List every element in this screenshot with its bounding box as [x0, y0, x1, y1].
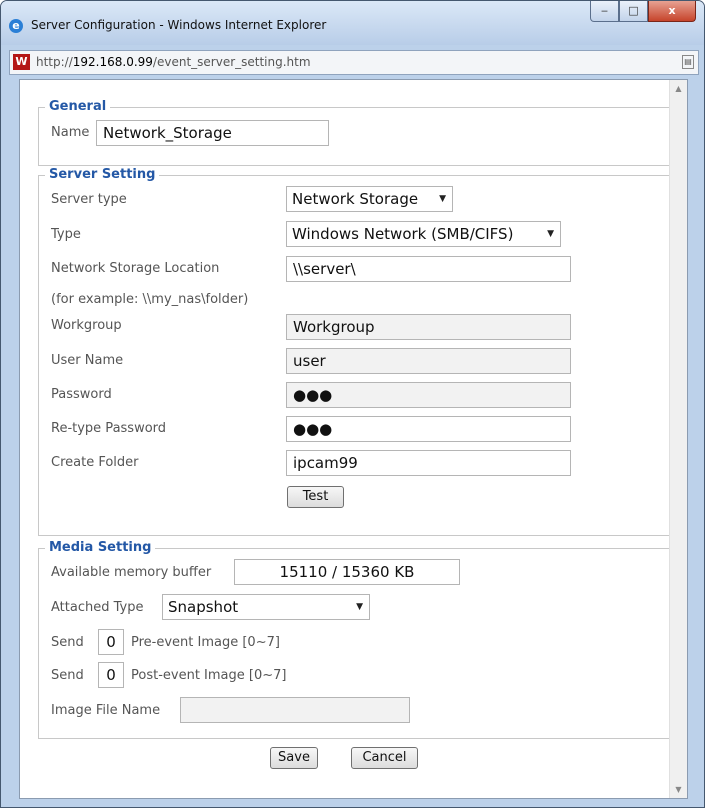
create-folder-label: Create Folder	[51, 455, 139, 470]
url-path: /event_server_setting.htm	[152, 55, 311, 69]
chevron-down-icon: ▼	[356, 602, 363, 612]
maximize-button[interactable]: □	[619, 1, 648, 22]
type-value: Windows Network (SMB/CIFS)	[292, 225, 514, 243]
username-label: User Name	[51, 353, 124, 368]
cancel-button[interactable]: Cancel	[351, 747, 418, 769]
general-legend: General	[49, 99, 107, 114]
close-button[interactable]: x	[648, 1, 696, 22]
address-bar[interactable]: W http://192.168.0.99/event_server_setti…	[9, 50, 699, 75]
save-button[interactable]: Save	[270, 747, 318, 769]
image-file-name-input[interactable]	[180, 697, 410, 723]
minimize-button[interactable]: ‒	[590, 1, 619, 22]
send-pre-label: Send	[51, 635, 84, 650]
site-favicon-icon: W	[13, 54, 30, 70]
internet-explorer-icon: e	[9, 19, 23, 33]
name-input[interactable]: Network_Storage	[96, 120, 329, 146]
location-label: Network Storage Location	[51, 261, 220, 276]
send-post-label: Send	[51, 668, 84, 683]
attached-type-value: Snapshot	[168, 598, 239, 616]
pre-event-count-input[interactable]: 0	[98, 629, 124, 655]
retype-password-label: Re-type Password	[51, 421, 167, 436]
pre-event-label: Pre-event Image [0~7]	[131, 635, 280, 650]
type-label: Type	[51, 227, 81, 242]
workgroup-input[interactable]: Workgroup	[286, 314, 571, 340]
workgroup-label: Workgroup	[51, 318, 122, 333]
image-file-name-label: Image File Name	[51, 703, 161, 718]
username-input[interactable]: user	[286, 348, 571, 374]
create-folder-input[interactable]: ipcam99	[286, 450, 571, 476]
url-prefix: http://	[36, 55, 73, 69]
post-event-label: Post-event Image [0~7]	[131, 668, 287, 683]
url-host: 192.168.0.99	[72, 55, 153, 69]
media-setting-legend: Media Setting	[49, 540, 152, 555]
page-content: General Name Network_Storage Server Sett…	[19, 79, 688, 799]
post-event-count-input[interactable]: 0	[98, 662, 124, 688]
name-label: Name	[51, 125, 90, 140]
window-title: Server Configuration - Windows Internet …	[31, 18, 327, 32]
attached-type-select[interactable]: Snapshot ▼	[162, 594, 370, 620]
memory-buffer-value: 15110 / 15360 KB	[234, 559, 460, 585]
server-type-value: Network Storage	[292, 190, 419, 208]
location-example-text: (for example: \\my_nas\folder)	[51, 292, 249, 307]
chevron-down-icon: ▼	[439, 194, 446, 204]
server-type-select[interactable]: Network Storage ▼	[286, 186, 453, 212]
server-type-label: Server type	[51, 192, 127, 207]
chevron-down-icon: ▼	[547, 229, 554, 239]
location-input[interactable]: \\server\	[286, 256, 571, 282]
address-url: http://192.168.0.99/event_server_setting…	[36, 55, 311, 69]
retype-password-input[interactable]: ●●●	[286, 416, 571, 442]
window-controls: ‒ □ x	[590, 1, 696, 22]
scroll-down-arrow-icon[interactable]: ▼	[670, 781, 687, 798]
password-label: Password	[51, 387, 112, 402]
attached-type-label: Attached Type	[51, 600, 144, 615]
page-report-icon[interactable]: ▤	[682, 55, 694, 69]
password-input[interactable]: ●●●	[286, 382, 571, 408]
vertical-scrollbar[interactable]: ▲ ▼	[669, 80, 687, 798]
type-select[interactable]: Windows Network (SMB/CIFS) ▼	[286, 221, 561, 247]
test-button[interactable]: Test	[287, 486, 344, 508]
ie-window: e Server Configuration - Windows Interne…	[0, 0, 705, 808]
server-setting-legend: Server Setting	[49, 167, 156, 182]
scroll-up-arrow-icon[interactable]: ▲	[670, 80, 687, 97]
title-bar: e Server Configuration - Windows Interne…	[1, 1, 704, 45]
memory-buffer-label: Available memory buffer	[51, 565, 212, 580]
